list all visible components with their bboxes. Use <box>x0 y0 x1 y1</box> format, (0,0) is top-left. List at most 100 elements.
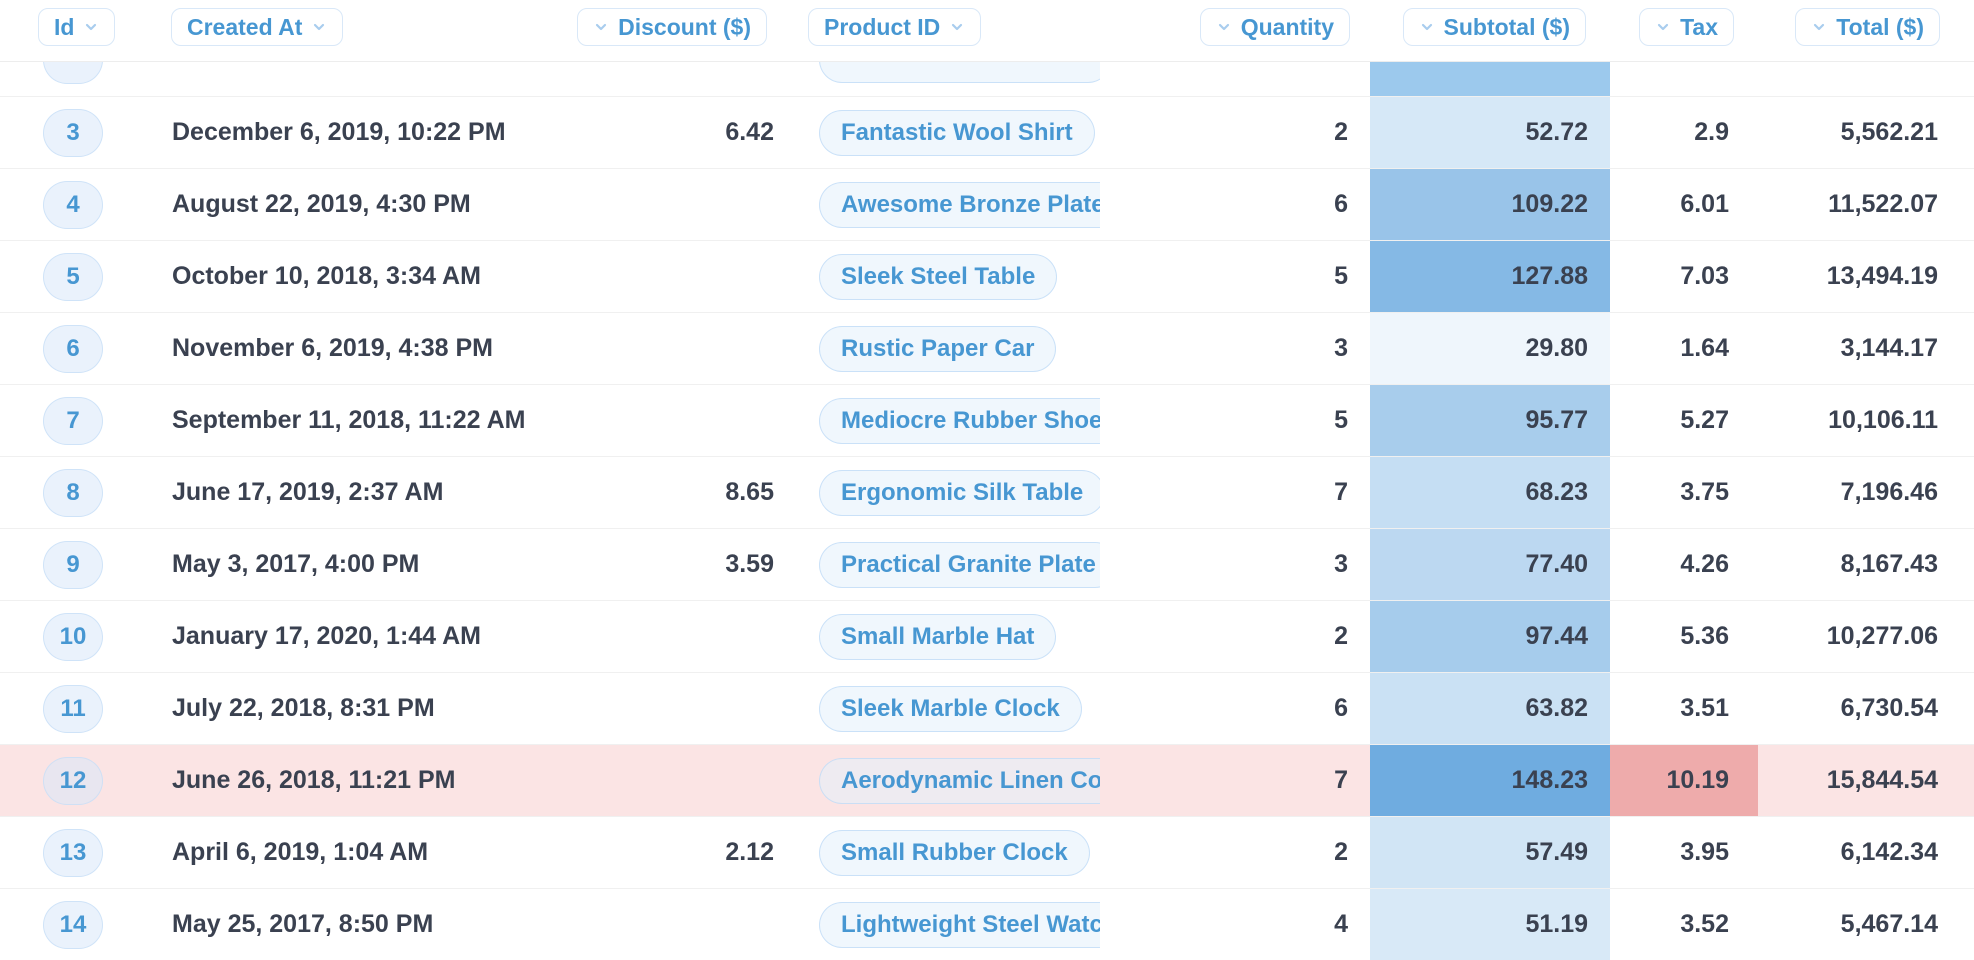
subtotal-cell: 51.19 <box>1370 889 1610 960</box>
product-tag[interactable]: Lightweight Steel Watch <box>819 902 1100 948</box>
orders-table: 3 December 6, 2019, 10:22 PM 6.42 Fantas… <box>0 0 1974 960</box>
id-badge: 4 <box>43 181 103 229</box>
header-cell-product-id: Product ID <box>790 0 1100 61</box>
tax-cell: 2.9 <box>1610 97 1758 168</box>
id-badge: 5 <box>43 253 103 301</box>
subtotal-cell: 77.40 <box>1370 529 1610 600</box>
column-header-label: Tax <box>1680 14 1718 41</box>
id-cell: 12 <box>0 745 136 816</box>
created-at-cell: May 3, 2017, 4:00 PM <box>136 529 560 600</box>
header-cell-discount: Discount ($) <box>560 0 790 61</box>
table-row[interactable]: 10 January 17, 2020, 1:44 AM Small Marbl… <box>0 600 1974 672</box>
quantity-cell: 2 <box>1100 601 1370 672</box>
product-tag[interactable]: Fantastic Wool Shirt <box>819 110 1095 156</box>
product-tag[interactable]: Sleek Marble Clock <box>819 686 1082 732</box>
column-header-button[interactable]: Tax <box>1639 8 1734 46</box>
tax-cell: 4.26 <box>1610 529 1758 600</box>
total-cell: 10,277.06 <box>1758 601 1974 672</box>
table-header: Id Created At Discount ($) Product ID Qu <box>0 0 1974 62</box>
product-tag[interactable]: Small Marble Hat <box>819 614 1056 660</box>
product-tag[interactable]: Sleek Steel Table <box>819 254 1057 300</box>
subtotal-cell: 97.44 <box>1370 601 1610 672</box>
table-row[interactable]: 14 May 25, 2017, 8:50 PM Lightweight Ste… <box>0 888 1974 960</box>
quantity-cell: 2 <box>1100 817 1370 888</box>
column-header-button[interactable]: Quantity <box>1200 8 1350 46</box>
product-cell: Rustic Paper Car <box>790 313 1100 384</box>
product-tag[interactable]: Mediocre Rubber Shoes <box>819 398 1100 444</box>
discount-cell: 3.59 <box>560 529 790 600</box>
tax-cell: 10.19 <box>1610 745 1758 816</box>
created-at-cell: August 22, 2019, 4:30 PM <box>136 169 560 240</box>
column-header-label: Total ($) <box>1836 14 1924 41</box>
table-row[interactable]: 13 April 6, 2019, 1:04 AM 2.12 Small Rub… <box>0 816 1974 888</box>
column-header-button[interactable]: Created At <box>171 8 343 46</box>
product-cell: Sleek Marble Clock <box>790 673 1100 744</box>
discount-cell <box>560 673 790 744</box>
table-row[interactable]: 9 May 3, 2017, 4:00 PM 3.59 Practical Gr… <box>0 528 1974 600</box>
table-row[interactable]: 5 October 10, 2018, 3:34 AM Sleek Steel … <box>0 240 1974 312</box>
product-cell: Small Rubber Clock <box>790 817 1100 888</box>
table-row[interactable]: 12 June 26, 2018, 11:21 PM Aerodynamic L… <box>0 744 1974 816</box>
quantity-cell: 7 <box>1100 457 1370 528</box>
header-cell-id: Id <box>0 0 136 61</box>
column-header-button[interactable]: Id <box>38 8 115 46</box>
created-at-cell: June 26, 2018, 11:21 PM <box>136 745 560 816</box>
tax-cell: 3.51 <box>1610 673 1758 744</box>
id-cell: 3 <box>0 97 136 168</box>
subtotal-cell: 68.23 <box>1370 457 1610 528</box>
column-header-label: Created At <box>187 14 302 41</box>
product-cell: Lightweight Steel Watch <box>790 889 1100 960</box>
table-row[interactable]: 8 June 17, 2019, 2:37 AM 8.65 Ergonomic … <box>0 456 1974 528</box>
column-header-button[interactable]: Discount ($) <box>577 8 767 46</box>
chevron-down-icon <box>593 19 609 35</box>
total-cell: 6,142.34 <box>1758 817 1974 888</box>
discount-cell <box>560 169 790 240</box>
total-cell: 7,196.46 <box>1758 457 1974 528</box>
discount-cell <box>560 385 790 456</box>
column-header-button[interactable]: Product ID <box>808 8 981 46</box>
subtotal-cell: 57.49 <box>1370 817 1610 888</box>
product-tag[interactable]: Awesome Bronze Plate <box>819 182 1100 228</box>
table-body: 3 December 6, 2019, 10:22 PM 6.42 Fantas… <box>0 24 1974 960</box>
column-header-button[interactable]: Total ($) <box>1795 8 1940 46</box>
quantity-cell: 6 <box>1100 169 1370 240</box>
discount-cell <box>560 313 790 384</box>
subtotal-cell: 127.88 <box>1370 241 1610 312</box>
subtotal-cell: 148.23 <box>1370 745 1610 816</box>
table-row[interactable]: 3 December 6, 2019, 10:22 PM 6.42 Fantas… <box>0 96 1974 168</box>
discount-cell: 6.42 <box>560 97 790 168</box>
header-cell-total: Total ($) <box>1758 0 1974 61</box>
table-row[interactable]: 4 August 22, 2019, 4:30 PM Awesome Bronz… <box>0 168 1974 240</box>
product-cell: Aerodynamic Linen Coat <box>790 745 1100 816</box>
product-tag[interactable]: Small Rubber Clock <box>819 830 1090 876</box>
quantity-cell: 4 <box>1100 889 1370 960</box>
table-row[interactable]: 6 November 6, 2019, 4:38 PM Rustic Paper… <box>0 312 1974 384</box>
total-cell: 10,106.11 <box>1758 385 1974 456</box>
table-row[interactable]: 11 July 22, 2018, 8:31 PM Sleek Marble C… <box>0 672 1974 744</box>
discount-cell <box>560 601 790 672</box>
id-cell: 8 <box>0 457 136 528</box>
product-tag[interactable]: Rustic Paper Car <box>819 326 1056 372</box>
table-row[interactable]: 7 September 11, 2018, 11:22 AM Mediocre … <box>0 384 1974 456</box>
chevron-down-icon <box>949 19 965 35</box>
id-cell: 9 <box>0 529 136 600</box>
product-tag[interactable]: Practical Granite Plate <box>819 542 1100 588</box>
total-cell: 8,167.43 <box>1758 529 1974 600</box>
header-cell-created-at: Created At <box>136 0 560 61</box>
column-header-button[interactable]: Subtotal ($) <box>1403 8 1587 46</box>
quantity-cell: 3 <box>1100 313 1370 384</box>
product-tag[interactable]: Ergonomic Silk Table <box>819 470 1100 516</box>
tax-cell: 3.52 <box>1610 889 1758 960</box>
total-cell: 3,144.17 <box>1758 313 1974 384</box>
product-cell: Fantastic Wool Shirt <box>790 97 1100 168</box>
column-header-label: Product ID <box>824 14 940 41</box>
id-cell: 4 <box>0 169 136 240</box>
chevron-down-icon <box>1655 19 1671 35</box>
product-tag[interactable]: Aerodynamic Linen Coat <box>819 758 1100 804</box>
created-at-cell: September 11, 2018, 11:22 AM <box>136 385 560 456</box>
subtotal-cell: 63.82 <box>1370 673 1610 744</box>
chevron-down-icon <box>1419 19 1435 35</box>
column-header-label: Discount ($) <box>618 14 751 41</box>
tax-cell: 7.03 <box>1610 241 1758 312</box>
tax-cell: 5.27 <box>1610 385 1758 456</box>
